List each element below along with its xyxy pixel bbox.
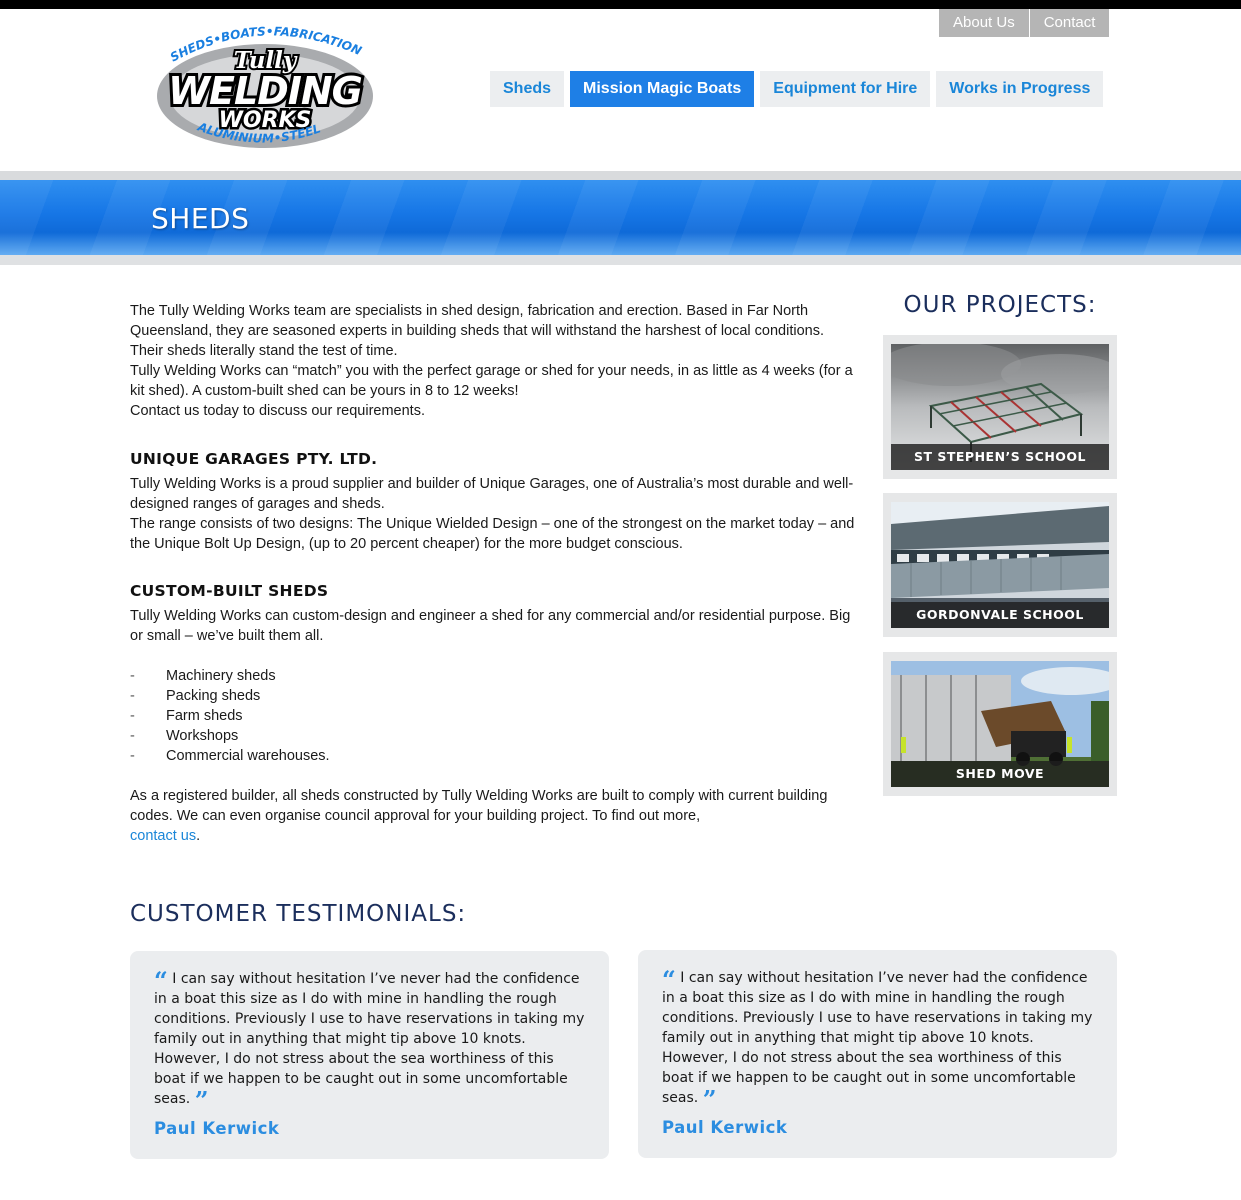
list-item: - Machinery sheds <box>130 668 276 684</box>
custom-built-heading: CUSTOM-BUILT SHEDS <box>130 582 329 600</box>
testimonial-card: “ I can say without hesitation I’ve neve… <box>130 951 609 1159</box>
project-card-shed-move[interactable]: SHED MOVE <box>883 652 1117 796</box>
shed-types-list: - Machinery sheds - Packing sheds - Farm sh… <box>130 666 860 766</box>
testimonial-card: “ I can say without hesitation I’ve neve… <box>638 950 1117 1158</box>
project-image: ST STEPHEN’S SCHOOL <box>891 344 1109 470</box>
project-caption: ST STEPHEN’S SCHOOL <box>891 444 1109 470</box>
nav-works-in-progress[interactable]: Works in Progress <box>936 71 1104 107</box>
project-image: GORDONVALE SCHOOL <box>891 502 1109 628</box>
project-card-st-stephens[interactable]: ST STEPHEN’S SCHOOL <box>883 335 1117 479</box>
list-item: - Farm sheds <box>130 708 243 724</box>
main-nav: Sheds Mission Magic Boats Equipment for … <box>490 71 1104 107</box>
intro-paragraph-3: Contact us today to discuss our requirem… <box>130 403 425 419</box>
intro-paragraph-1: The Tully Welding Works team are special… <box>130 303 825 359</box>
list-item: - Packing sheds <box>130 688 261 704</box>
page-title: SHEDS <box>151 202 250 235</box>
utility-nav: About Us Contact <box>939 9 1110 37</box>
nav-about-us[interactable]: About Us <box>939 9 1029 37</box>
nav-mission-magic-boats[interactable]: Mission Magic Boats <box>570 71 755 107</box>
site-logo[interactable]: SHEDS•BOATS•FABRICATION Tully WELDING WO… <box>145 24 385 154</box>
unique-paragraph-2: The range consists of two designs: The U… <box>130 516 855 552</box>
nav-equipment-for-hire[interactable]: Equipment for Hire <box>760 71 931 107</box>
top-black-bar <box>0 0 1241 9</box>
main-content: The Tully Welding Works team are special… <box>130 301 860 846</box>
close-quote-icon: ” <box>702 1085 717 1114</box>
testimonial-author: Paul Kerwick <box>662 1118 788 1137</box>
testimonial-author: Paul Kerwick <box>154 1119 280 1138</box>
project-image: SHED MOVE <box>891 661 1109 787</box>
projects-heading: OUR PROJECTS: <box>903 292 1097 318</box>
intro-paragraph-2: Tully Welding Works can “match” you with… <box>130 363 853 399</box>
banner-top-border <box>0 171 1241 180</box>
testimonial-text: “ I can say without hesitation I’ve neve… <box>662 965 1093 1114</box>
unique-paragraph-1: Tully Welding Works is a proud supplier … <box>130 476 854 512</box>
testimonials-heading: CUSTOMER TESTIMONIALS: <box>130 901 467 927</box>
contact-us-link[interactable]: contact us <box>130 828 196 844</box>
project-caption: GORDONVALE SCHOOL <box>891 602 1109 628</box>
close-quote-icon: ” <box>194 1086 209 1115</box>
page-banner: SHEDS <box>0 180 1241 255</box>
custom-paragraph: Tully Welding Works can custom-design an… <box>130 608 851 644</box>
project-caption: SHED MOVE <box>891 761 1109 787</box>
nav-sheds[interactable]: Sheds <box>490 71 565 107</box>
logo-welding: WELDING <box>168 69 362 113</box>
unique-garages-heading: UNIQUE GARAGES PTY. LTD. <box>130 450 378 468</box>
open-quote-icon: “ <box>662 965 676 994</box>
project-card-gordonvale[interactable]: GORDONVALE SCHOOL <box>883 493 1117 637</box>
open-quote-icon: “ <box>154 966 168 995</box>
list-item: - Workshops <box>130 728 239 744</box>
list-item: - Commercial warehouses. <box>130 748 330 764</box>
testimonial-text: “ I can say without hesitation I’ve neve… <box>154 966 585 1115</box>
banner-bottom-border <box>0 255 1241 265</box>
nav-contact[interactable]: Contact <box>1028 9 1110 37</box>
closing-paragraph: As a registered builder, all sheds const… <box>130 788 828 844</box>
